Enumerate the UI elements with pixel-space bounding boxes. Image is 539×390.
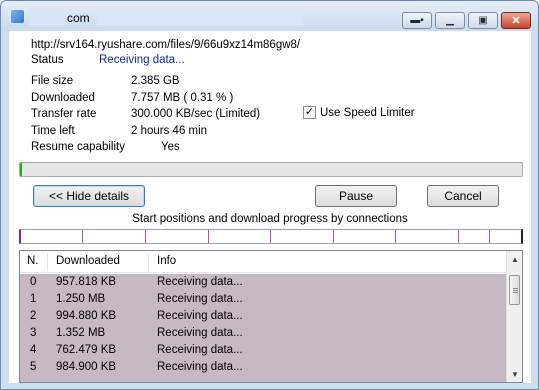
row-downloaded: 957.818 KB — [56, 276, 117, 288]
scroll-up-icon[interactable]: ▲ — [507, 251, 522, 267]
speed-limiter-checkbox[interactable]: ✓ Use Speed Limiter — [303, 106, 415, 119]
connections-list[interactable]: N. Downloaded Info 0 957.818 KB Receivin… — [19, 250, 523, 383]
row-info: Receiving data... — [157, 293, 243, 305]
title-bar[interactable]: com ▬▪ ▁ ▣ ✕ — [1, 1, 538, 31]
row-number: 0 — [30, 276, 37, 288]
title-redacted-region — [29, 8, 65, 26]
row-downloaded: 984.900 KB — [56, 361, 117, 373]
title-redacted-region-2 — [97, 8, 303, 26]
table-row[interactable]: 2 994.880 KB Receiving data... — [20, 308, 507, 325]
cancel-button[interactable]: Cancel — [427, 185, 499, 207]
minimize-button[interactable]: ▁ — [435, 12, 465, 29]
column-header-info[interactable]: Info — [157, 255, 176, 267]
list-header: N. Downloaded Info — [20, 251, 507, 273]
dialog-content: http://srv164.ryushare.com/files/9/66u9x… — [9, 31, 531, 383]
row-info: Receiving data... — [157, 361, 243, 373]
list-body: 0 957.818 KB Receiving data... 1 1.250 M… — [20, 274, 507, 382]
row-downloaded: 994.880 KB — [56, 310, 117, 322]
row-number: 1 — [30, 293, 37, 305]
resume-capability-value: Yes — [161, 141, 180, 153]
scroll-down-icon[interactable]: ▼ — [507, 366, 522, 382]
download-options-button[interactable]: ▬▪ — [402, 12, 432, 29]
pause-button[interactable]: Pause — [315, 185, 397, 207]
table-row[interactable]: 0 957.818 KB Receiving data... — [20, 274, 507, 291]
app-icon — [11, 10, 24, 23]
row-number: 5 — [30, 361, 37, 373]
transfer-rate-label: Transfer rate — [31, 108, 97, 120]
close-icon: ✕ — [511, 14, 521, 27]
row-number: 4 — [30, 344, 37, 356]
table-row[interactable]: 1 1.250 MB Receiving data... — [20, 291, 507, 308]
status-label: Status — [31, 54, 64, 66]
file-size-value: 2.385 GB — [131, 75, 180, 87]
close-button[interactable]: ✕ — [501, 12, 531, 29]
row-downloaded: 1.250 MB — [56, 293, 106, 305]
column-divider[interactable] — [148, 253, 149, 271]
column-header-downloaded[interactable]: Downloaded — [56, 255, 120, 267]
status-value: Receiving data... — [99, 54, 185, 66]
checkmark-icon[interactable]: ✓ — [303, 106, 316, 119]
grip-line — [513, 288, 518, 289]
row-info: Receiving data... — [157, 276, 243, 288]
minimize-icon: ▁ — [446, 14, 454, 26]
time-left-label: Time left — [31, 125, 75, 137]
column-divider[interactable] — [47, 253, 48, 271]
grip-line — [513, 290, 518, 291]
speed-limiter-label: Use Speed Limiter — [320, 106, 415, 119]
maximize-icon: ▣ — [478, 14, 488, 26]
downloaded-value: 7.757 MB ( 0.31 % ) — [131, 92, 234, 104]
row-downloaded: 762.479 KB — [56, 344, 117, 356]
column-header-n[interactable]: N. — [27, 255, 39, 267]
segment-marker — [208, 230, 209, 243]
downloaded-label: Downloaded — [31, 92, 95, 104]
download-dialog-window: com ▬▪ ▁ ▣ ✕ http://srv164.ryushare.com/… — [0, 0, 539, 390]
resume-capability-label: Resume capability — [31, 141, 125, 153]
download-url: http://srv164.ryushare.com/files/9/66u9x… — [31, 39, 301, 51]
row-info: Receiving data... — [157, 327, 243, 339]
progress-fill — [20, 163, 22, 176]
row-info: Receiving data... — [157, 310, 243, 322]
segment-marker — [145, 230, 146, 243]
table-row[interactable]: 5 984.900 KB Receiving data... — [20, 359, 507, 376]
table-row[interactable]: 4 762.479 KB Receiving data... — [20, 342, 507, 359]
scroll-thumb[interactable] — [509, 275, 520, 305]
time-left-value: 2 hours 46 min — [131, 125, 208, 137]
hide-details-button[interactable]: << Hide details — [33, 185, 145, 207]
connections-title: Start positions and download progress by… — [132, 213, 408, 225]
table-row[interactable]: 3 1.352 MB Receiving data... — [20, 325, 507, 342]
row-downloaded: 1.352 MB — [56, 327, 106, 339]
vertical-scrollbar[interactable]: ▲ ▼ — [506, 251, 522, 382]
segment-marker — [333, 230, 334, 243]
download-options-icon: ▬▪ — [410, 14, 424, 26]
window-title: com — [67, 11, 90, 25]
row-info: Receiving data... — [157, 344, 243, 356]
file-size-label: File size — [31, 75, 74, 87]
maximize-button[interactable]: ▣ — [468, 12, 498, 29]
download-progress-bar — [19, 162, 523, 177]
segment-marker — [270, 230, 271, 243]
segment-marker — [395, 230, 396, 243]
connections-progress-bar — [19, 229, 523, 244]
segment-marker — [489, 230, 490, 243]
segment-marker — [458, 230, 459, 243]
segment-marker — [82, 230, 83, 243]
transfer-rate-value: 300.000 KB/sec (Limited) — [131, 108, 261, 120]
row-number: 3 — [30, 327, 37, 339]
row-number: 2 — [30, 310, 37, 322]
grip-line — [513, 292, 518, 293]
